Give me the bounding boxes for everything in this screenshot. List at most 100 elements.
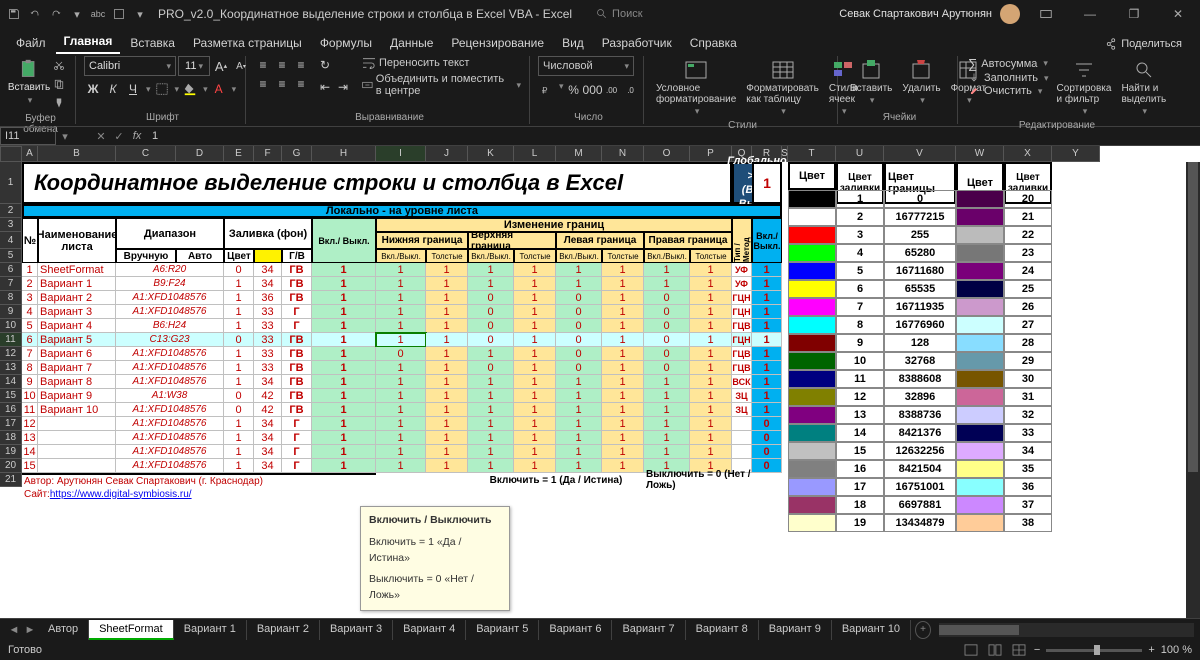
title-cell[interactable]: Координатное выделение строки и столбца … [22, 162, 732, 204]
cell[interactable]: A1:XFD1048576 [116, 375, 224, 389]
cell[interactable]: ГЦН [732, 291, 752, 305]
cell[interactable]: A1:XFD1048576 [116, 403, 224, 417]
side-cell[interactable] [788, 478, 836, 496]
cell[interactable]: Верхняя граница [468, 232, 556, 249]
side-cell[interactable] [956, 406, 1004, 424]
side-cell[interactable] [956, 496, 1004, 514]
cell[interactable]: 11 [22, 403, 38, 417]
cell[interactable]: Г/В [282, 249, 312, 263]
side-cell[interactable] [788, 406, 836, 424]
cell[interactable]: 1 [514, 389, 556, 403]
cell[interactable]: 1 [468, 403, 514, 417]
col-header[interactable]: J [426, 146, 468, 162]
cell[interactable]: 1 [644, 431, 690, 445]
cell[interactable]: УФ [732, 263, 752, 277]
cell[interactable]: Г [282, 417, 312, 431]
cell[interactable]: A1:XFD1048576 [116, 347, 224, 361]
cell[interactable]: 0 [224, 403, 254, 417]
cell[interactable]: 1 [224, 445, 254, 459]
cell[interactable]: 1 [690, 347, 732, 361]
cell[interactable]: 0 [224, 333, 254, 347]
side-cell[interactable]: 11 [836, 370, 884, 388]
horizontal-scrollbar[interactable] [939, 623, 1194, 637]
cell[interactable]: ГВ [282, 347, 312, 361]
format-table-button[interactable]: Форматировать как таблицу▾ [742, 56, 823, 119]
cell[interactable]: 1 [514, 417, 556, 431]
insert-cells-button[interactable]: Вставить▾ [846, 56, 896, 108]
cell[interactable]: 1 [752, 263, 782, 277]
side-cell[interactable] [956, 280, 1004, 298]
cell[interactable]: 1 [426, 305, 468, 319]
cell[interactable]: 1 [312, 417, 376, 431]
cell[interactable]: Вкл./ Выкл. [752, 218, 782, 263]
cell[interactable]: 1 [468, 417, 514, 431]
cell[interactable]: 33 [254, 347, 282, 361]
cell[interactable]: 1 [690, 445, 732, 459]
cell[interactable]: 1 [312, 347, 376, 361]
cell[interactable]: 1 [602, 445, 644, 459]
cell[interactable]: 1 [690, 291, 732, 305]
shrink-font-icon[interactable]: A▾ [232, 57, 250, 75]
cell[interactable]: 1 [690, 417, 732, 431]
side-cell[interactable]: 6697881 [884, 496, 956, 514]
cell[interactable]: 0 [556, 291, 602, 305]
cell[interactable]: 1 [376, 431, 426, 445]
cell[interactable]: 1 [690, 305, 732, 319]
side-cell[interactable]: 30 [1004, 370, 1052, 388]
cell[interactable]: № [22, 218, 38, 263]
cell[interactable] [38, 431, 116, 445]
sheet-tab[interactable]: Вариант 6 [539, 620, 612, 640]
cell[interactable]: 1 [312, 403, 376, 417]
side-cell[interactable] [788, 496, 836, 514]
cell[interactable]: Вариант 8 [38, 375, 116, 389]
side-cell[interactable] [956, 190, 1004, 208]
cell[interactable]: Включить = 1 (Да / Истина) [468, 473, 644, 487]
side-cell[interactable]: 0 [884, 190, 956, 208]
side-cell[interactable] [788, 370, 836, 388]
cell[interactable]: 1 [602, 375, 644, 389]
cell[interactable]: 1 [426, 389, 468, 403]
cell[interactable]: 1 [514, 347, 556, 361]
side-cell[interactable]: 16711935 [884, 298, 956, 316]
cell[interactable]: 1 [752, 361, 782, 375]
col-header[interactable]: Y [1052, 146, 1100, 162]
cell[interactable]: 0 [556, 361, 602, 375]
row-header[interactable]: 20 [0, 459, 22, 473]
side-cell[interactable]: 1 [836, 190, 884, 208]
tab-scroll-left-icon[interactable]: ◄ [6, 621, 22, 639]
col-header[interactable]: F [254, 146, 282, 162]
cell[interactable]: 7 [22, 347, 38, 361]
cell[interactable]: 0 [376, 347, 426, 361]
side-cell[interactable] [956, 208, 1004, 226]
side-cell[interactable]: 255 [884, 226, 956, 244]
side-cell[interactable]: 37 [1004, 496, 1052, 514]
side-cell[interactable]: 6 [836, 280, 884, 298]
clear-button[interactable]: Очистить▾ [966, 85, 1051, 97]
cell[interactable]: 1 [752, 277, 782, 291]
cell[interactable]: 1 [752, 333, 782, 347]
cell[interactable]: 34 [254, 375, 282, 389]
cell[interactable]: A1:XFD1048576 [116, 459, 224, 473]
cell[interactable]: 1 [312, 361, 376, 375]
comma-icon[interactable]: 000 [584, 81, 602, 99]
side-cell[interactable]: 26 [1004, 298, 1052, 316]
cell[interactable]: 1 [690, 389, 732, 403]
row-header[interactable]: 2 [0, 204, 22, 218]
cell[interactable]: 1 [752, 347, 782, 361]
cell[interactable]: 1 [514, 319, 556, 333]
name-box-dropdown-icon[interactable]: ▾ [56, 127, 74, 145]
cell[interactable]: Толстые [514, 249, 556, 263]
spellcheck-icon[interactable]: abc [88, 4, 108, 24]
side-cell[interactable]: 9 [836, 334, 884, 352]
cell[interactable]: 1 [376, 459, 426, 473]
cell[interactable]: 34 [254, 417, 282, 431]
side-cell[interactable] [956, 442, 1004, 460]
cell[interactable]: 1 [556, 445, 602, 459]
cell[interactable]: 1 [602, 291, 644, 305]
cell[interactable]: 1 [224, 361, 254, 375]
close-icon[interactable]: ✕ [1160, 0, 1196, 28]
side-cell[interactable]: 34 [1004, 442, 1052, 460]
cell[interactable]: Толстые [602, 249, 644, 263]
row-header[interactable]: 21 [0, 473, 22, 487]
side-cell[interactable]: 16711680 [884, 262, 956, 280]
